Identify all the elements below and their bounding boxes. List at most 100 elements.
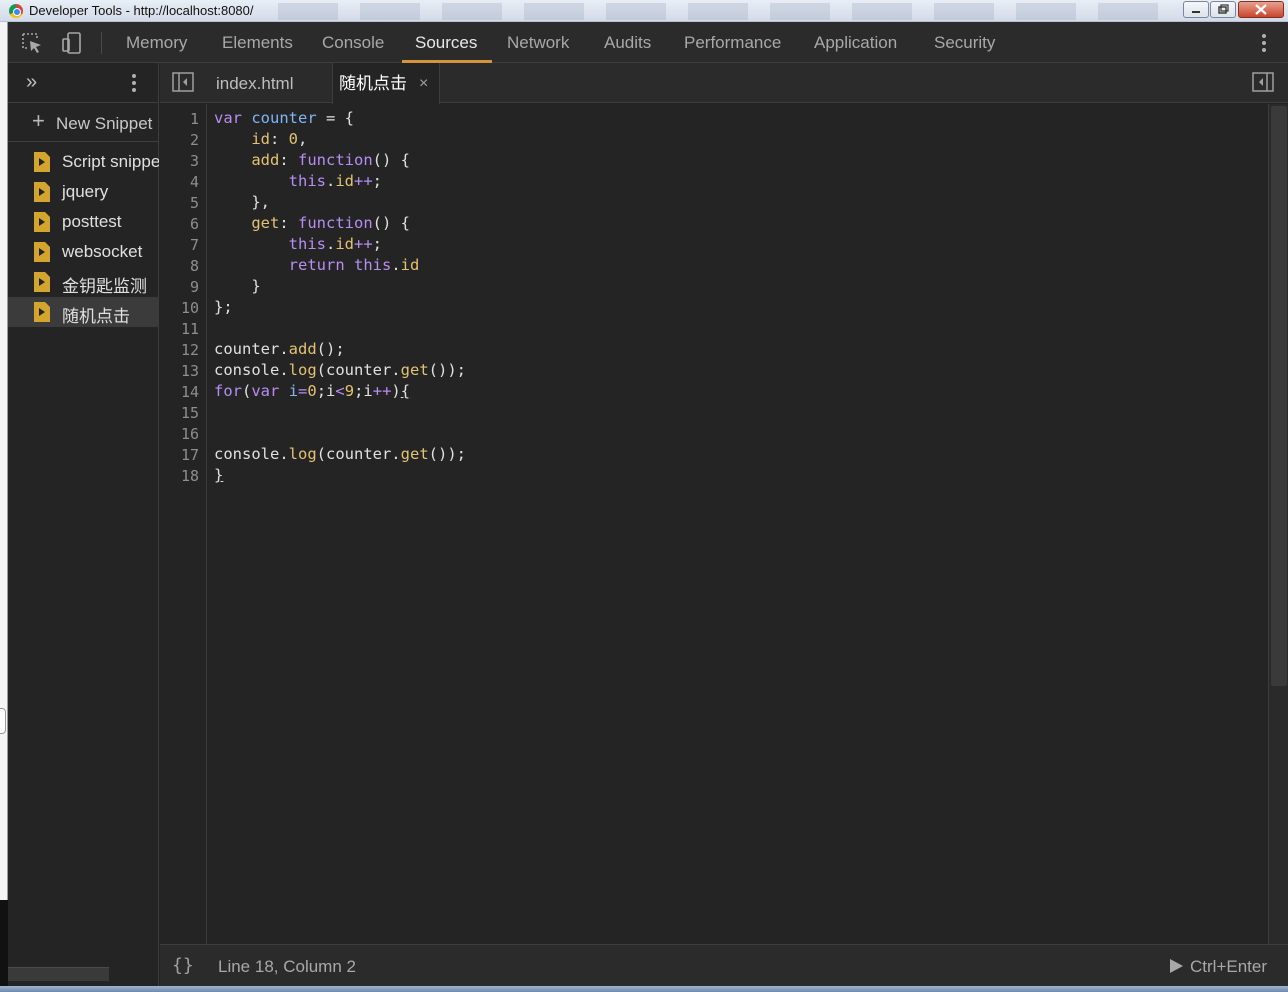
tab-elements[interactable]: Elements — [222, 22, 293, 63]
restore-icon — [1218, 4, 1229, 14]
line-number: 12 — [180, 341, 199, 359]
snippet-file-icon — [34, 152, 50, 172]
run-shortcut-label[interactable]: Ctrl+Enter — [1190, 957, 1267, 977]
pretty-print-button[interactable]: {} — [172, 955, 194, 976]
code-line[interactable]: for(var i=0;i<9;i++){ — [214, 382, 410, 403]
snippet-item[interactable]: Script snippet — [8, 147, 159, 177]
code-line[interactable]: }; — [214, 298, 233, 319]
line-number: 10 — [180, 299, 199, 317]
editor-tab-active[interactable]: 随机点击 × — [332, 63, 440, 104]
tab-performance[interactable]: Performance — [684, 22, 781, 63]
snippet-label: 随机点击 — [62, 307, 130, 326]
line-number: 17 — [180, 446, 199, 464]
snippet-item[interactable]: 金钥匙监测 — [8, 267, 159, 297]
snippet-file-icon — [34, 212, 50, 232]
code-line[interactable]: add: function() { — [214, 151, 410, 172]
navigator-menu-icon[interactable] — [124, 63, 144, 104]
tab-memory[interactable]: Memory — [126, 22, 187, 63]
line-number: 4 — [189, 173, 199, 191]
customize-menu-icon[interactable] — [1254, 22, 1274, 63]
code-editor[interactable]: 1 2 3 4 5 6 7 8 9 10 11 12 13 14 15 16 1… — [160, 104, 1288, 944]
line-number: 18 — [180, 467, 199, 485]
os-taskbar — [0, 986, 1288, 992]
tab-audits[interactable]: Audits — [604, 22, 651, 63]
editor-tab-label: 随机点击 — [339, 74, 407, 93]
tab-security[interactable]: Security — [934, 22, 995, 63]
editor-vertical-scrollbar[interactable] — [1268, 104, 1288, 944]
snippet-item[interactable]: posttest — [8, 207, 159, 237]
devtools-window: Developer Tools - http://localhost:8080/… — [0, 0, 1288, 992]
close-window-button[interactable] — [1238, 1, 1284, 18]
snippet-label: jquery — [62, 182, 109, 201]
snippet-label: 金钥匙监测 — [62, 277, 147, 296]
new-snippet-button[interactable]: + New Snippet — [8, 104, 159, 142]
window-title: Developer Tools - http://localhost:8080/ — [29, 3, 254, 18]
snippet-item[interactable]: websocket — [8, 237, 159, 267]
inspect-element-icon[interactable] — [20, 31, 44, 55]
tab-network[interactable]: Network — [507, 22, 569, 63]
device-toolbar-icon[interactable] — [60, 31, 84, 55]
code-line[interactable]: } — [214, 277, 260, 298]
restore-button[interactable] — [1210, 1, 1236, 18]
tab-sources[interactable]: Sources — [415, 22, 477, 63]
snippet-label: Script snippet — [62, 152, 159, 171]
line-number: 15 — [180, 404, 199, 422]
code-line[interactable]: this.id++; — [214, 172, 382, 193]
line-number: 13 — [180, 362, 199, 380]
minimize-icon — [1192, 11, 1200, 13]
edge-shadow — [0, 900, 8, 992]
run-snippet-icon[interactable] — [1168, 958, 1184, 974]
line-number: 14 — [180, 383, 199, 401]
resize-handle[interactable] — [0, 708, 6, 734]
toggle-navigator-icon[interactable] — [172, 72, 194, 92]
snippet-file-icon — [34, 272, 50, 292]
code-line[interactable]: console.log(counter.get()); — [214, 361, 466, 382]
line-number: 7 — [189, 236, 199, 254]
snippet-file-icon — [34, 242, 50, 262]
line-number: 6 — [189, 215, 199, 233]
devtools-toolbar: Memory Elements Console Sources Network … — [8, 22, 1288, 63]
browser-edge — [0, 22, 8, 992]
navigator-horizontal-scrollbar[interactable] — [8, 967, 109, 981]
scrollbar-thumb[interactable] — [1271, 106, 1287, 686]
code-line[interactable]: id: 0, — [214, 130, 307, 151]
code-line[interactable]: console.log(counter.get()); — [214, 445, 466, 466]
snippet-file-icon — [34, 182, 50, 202]
close-tab-icon[interactable]: × — [419, 63, 428, 105]
navigator-header: » — [8, 63, 159, 103]
snippet-item-selected[interactable]: 随机点击 — [8, 297, 159, 327]
tab-application[interactable]: Application — [814, 22, 897, 63]
code-line[interactable]: get: function() { — [214, 214, 410, 235]
tab-console[interactable]: Console — [322, 22, 384, 63]
snippet-label: posttest — [62, 212, 122, 231]
window-titlebar[interactable]: Developer Tools - http://localhost:8080/ — [0, 0, 1288, 22]
editor-tab-index-html[interactable]: index.html — [216, 63, 293, 103]
code-line[interactable]: var counter = { — [214, 109, 354, 130]
line-number: 11 — [180, 320, 199, 338]
code-line[interactable]: } — [214, 466, 223, 487]
plus-icon: + — [32, 108, 45, 133]
more-tabs-icon[interactable]: » — [26, 71, 37, 94]
code-line[interactable]: return this.id — [214, 256, 420, 277]
snippet-list: Script snippet jquery posttest websocket… — [8, 147, 159, 327]
minimize-button[interactable] — [1183, 1, 1209, 18]
line-number: 1 — [189, 110, 199, 128]
cursor-position: Line 18, Column 2 — [218, 957, 356, 976]
line-number: 5 — [189, 194, 199, 212]
editor-status-bar: {} Line 18, Column 2 Ctrl+Enter — [160, 944, 1288, 988]
line-number: 9 — [189, 278, 199, 296]
code-line[interactable]: }, — [214, 193, 270, 214]
line-number-gutter: 1 2 3 4 5 6 7 8 9 10 11 12 13 14 15 16 1… — [160, 104, 207, 944]
new-snippet-label: New Snippet — [56, 114, 153, 133]
code-line[interactable]: counter.add(); — [214, 340, 345, 361]
line-number: 3 — [189, 152, 199, 170]
line-number: 8 — [189, 257, 199, 275]
close-icon — [1255, 4, 1267, 15]
chrome-logo-icon — [9, 4, 23, 18]
code-line[interactable]: this.id++; — [214, 235, 382, 256]
toolbar-separator — [101, 32, 102, 54]
snippet-label: websocket — [62, 242, 143, 261]
toggle-debugger-icon[interactable] — [1252, 72, 1274, 92]
line-number: 2 — [189, 131, 199, 149]
snippet-item[interactable]: jquery — [8, 177, 159, 207]
